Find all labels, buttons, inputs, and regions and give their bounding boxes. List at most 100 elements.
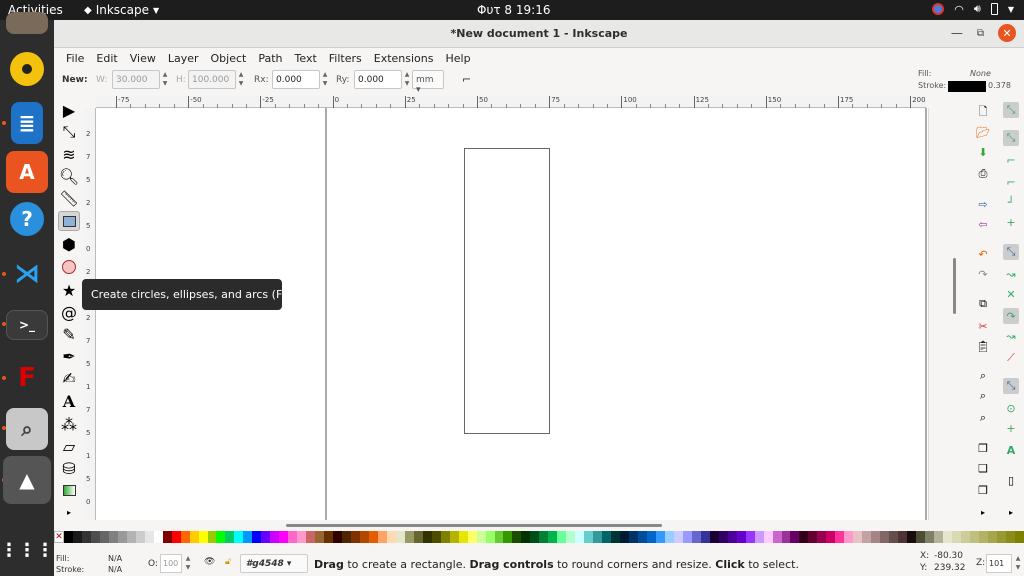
palette-swatch[interactable] <box>1014 531 1024 543</box>
palette-swatch[interactable] <box>449 531 459 543</box>
star-tool-icon[interactable]: ★ <box>58 280 80 300</box>
palette-swatch[interactable] <box>978 531 988 543</box>
palette-swatch[interactable] <box>359 531 369 543</box>
snap-others-icon[interactable]: ⤡ <box>1003 378 1019 394</box>
snap-text-baseline-icon[interactable]: A <box>1003 442 1019 458</box>
paint-bucket-tool-icon[interactable]: ⛁ <box>58 458 80 478</box>
image-viewer-icon[interactable]: ⌕ <box>6 408 48 450</box>
save-icon[interactable]: ⬇ <box>975 144 991 160</box>
palette-swatch[interactable] <box>709 531 719 543</box>
zoom-input[interactable]: 101 <box>986 554 1012 573</box>
palette-swatch[interactable] <box>153 531 163 543</box>
eraser-tool-icon[interactable]: ▱ <box>58 436 80 456</box>
palette-swatch[interactable] <box>144 531 154 543</box>
palette-swatch[interactable] <box>530 531 540 543</box>
palette-swatch[interactable] <box>306 531 316 543</box>
palette-swatch[interactable] <box>969 531 979 543</box>
snap-enable-icon[interactable]: ⤡ <box>1003 102 1019 118</box>
palette-swatch[interactable] <box>422 531 432 543</box>
app-menu[interactable]: ◆ Inkscape ▼ <box>84 3 159 17</box>
layer-select[interactable]: #g4548 ▾ <box>240 554 308 573</box>
palette-swatch[interactable] <box>772 531 782 543</box>
duplicate-icon[interactable]: ❐ <box>975 440 991 456</box>
palette-swatch[interactable] <box>664 531 674 543</box>
palette-swatch[interactable] <box>467 531 477 543</box>
import-icon[interactable]: ⇨ <box>975 196 991 212</box>
snap-more-icon[interactable]: ▸ <box>1003 504 1019 520</box>
palette-swatch[interactable] <box>198 531 208 543</box>
menu-help[interactable]: Help <box>439 52 476 65</box>
help-icon[interactable]: ? <box>10 202 44 236</box>
gradient-tool-icon[interactable] <box>58 480 80 500</box>
palette-swatch[interactable] <box>126 531 136 543</box>
palette-swatch[interactable] <box>727 531 737 543</box>
palette-swatch[interactable] <box>960 531 970 543</box>
battery-icon[interactable] <box>990 3 998 15</box>
palette-swatch[interactable] <box>279 531 289 543</box>
tweak-tool-icon[interactable]: ≋ <box>58 144 80 164</box>
palette-swatch[interactable] <box>458 531 468 543</box>
palette-swatch[interactable] <box>736 531 746 543</box>
redo-icon[interactable]: ↷ <box>975 266 991 282</box>
chevron-down-icon[interactable]: ▼ <box>1008 5 1014 14</box>
style-indicator[interactable]: Fill: None Stroke: 0.378 <box>918 69 1018 93</box>
palette-swatch[interactable] <box>503 531 513 543</box>
rectangle-object[interactable] <box>464 148 550 434</box>
palette-swatch[interactable] <box>844 531 854 543</box>
snap-bbox-corner-icon[interactable]: ⌐ <box>1003 174 1019 190</box>
palette-swatch[interactable] <box>243 531 253 543</box>
export-icon[interactable]: ⇦ <box>975 216 991 232</box>
status-stroke-value[interactable]: N/A <box>108 565 122 574</box>
palette-swatch[interactable] <box>942 531 952 543</box>
palette-swatch[interactable] <box>638 531 647 543</box>
palette-swatch[interactable] <box>485 531 495 543</box>
stroke-swatch[interactable] <box>948 81 986 92</box>
palette-swatch[interactable] <box>646 531 656 543</box>
menu-view[interactable]: View <box>124 52 162 65</box>
snap-bbox-icon[interactable]: ⤡ <box>1003 130 1019 146</box>
palette-swatch[interactable] <box>880 531 890 543</box>
snap-bbox-midpoint-icon[interactable]: ┘ <box>1003 194 1019 210</box>
vscode-icon[interactable]: ⋊ <box>6 253 48 295</box>
palette-swatch[interactable] <box>216 531 226 543</box>
palette-swatch[interactable] <box>933 531 943 543</box>
palette-swatch[interactable] <box>790 531 800 543</box>
selector-tool-icon[interactable]: ▶ <box>58 100 80 120</box>
palette-swatch[interactable] <box>395 531 405 543</box>
palette-swatch[interactable] <box>853 531 863 543</box>
text-tool-icon[interactable]: A <box>58 391 80 411</box>
palette-swatch[interactable] <box>297 531 307 543</box>
palette-swatch[interactable] <box>620 531 630 543</box>
palette-swatch[interactable] <box>584 531 594 543</box>
rx-input[interactable]: 0.000 <box>272 70 320 89</box>
title-bar[interactable]: *New document 1 - Inkscape — ⧉ ✕ <box>54 20 1024 48</box>
zoom-tool-icon[interactable]: 🔍︎ <box>58 166 80 186</box>
palette-swatch[interactable] <box>781 531 791 543</box>
zoom-page-icon[interactable]: ⌕ <box>975 410 991 426</box>
menu-path[interactable]: Path <box>252 52 288 65</box>
palette-swatch[interactable] <box>342 531 351 543</box>
palette-swatch[interactable] <box>351 531 360 543</box>
palette-swatch[interactable] <box>117 531 127 543</box>
palette-swatch[interactable] <box>691 531 701 543</box>
menu-file[interactable]: File <box>60 52 90 65</box>
filezilla-icon[interactable]: F <box>6 357 48 399</box>
palette-swatch[interactable] <box>754 531 764 543</box>
palette-swatch[interactable] <box>602 531 612 543</box>
palette-swatch[interactable] <box>512 531 522 543</box>
palette-swatch[interactable] <box>90 531 100 543</box>
palette-swatch[interactable] <box>225 531 235 543</box>
chrome-indicator-icon[interactable] <box>932 3 945 15</box>
palette-swatch[interactable] <box>476 531 486 543</box>
maximize-icon[interactable]: ⧉ <box>977 28 984 39</box>
palette-swatch[interactable] <box>324 531 334 543</box>
terminal-icon[interactable]: >_ <box>6 310 48 340</box>
palette-swatch[interactable] <box>682 531 692 543</box>
palette-swatch[interactable] <box>171 531 181 543</box>
show-applications-icon[interactable]: ⋮⋮⋮ <box>0 529 54 571</box>
palette-swatch[interactable] <box>135 531 145 543</box>
width-input[interactable]: 30.000 <box>112 70 160 89</box>
palette-swatch[interactable] <box>1005 531 1015 543</box>
system-tray[interactable]: ◠ 🔊︎ ▼ <box>932 2 1014 16</box>
node-tool-icon[interactable]: ⤡ <box>58 122 80 142</box>
